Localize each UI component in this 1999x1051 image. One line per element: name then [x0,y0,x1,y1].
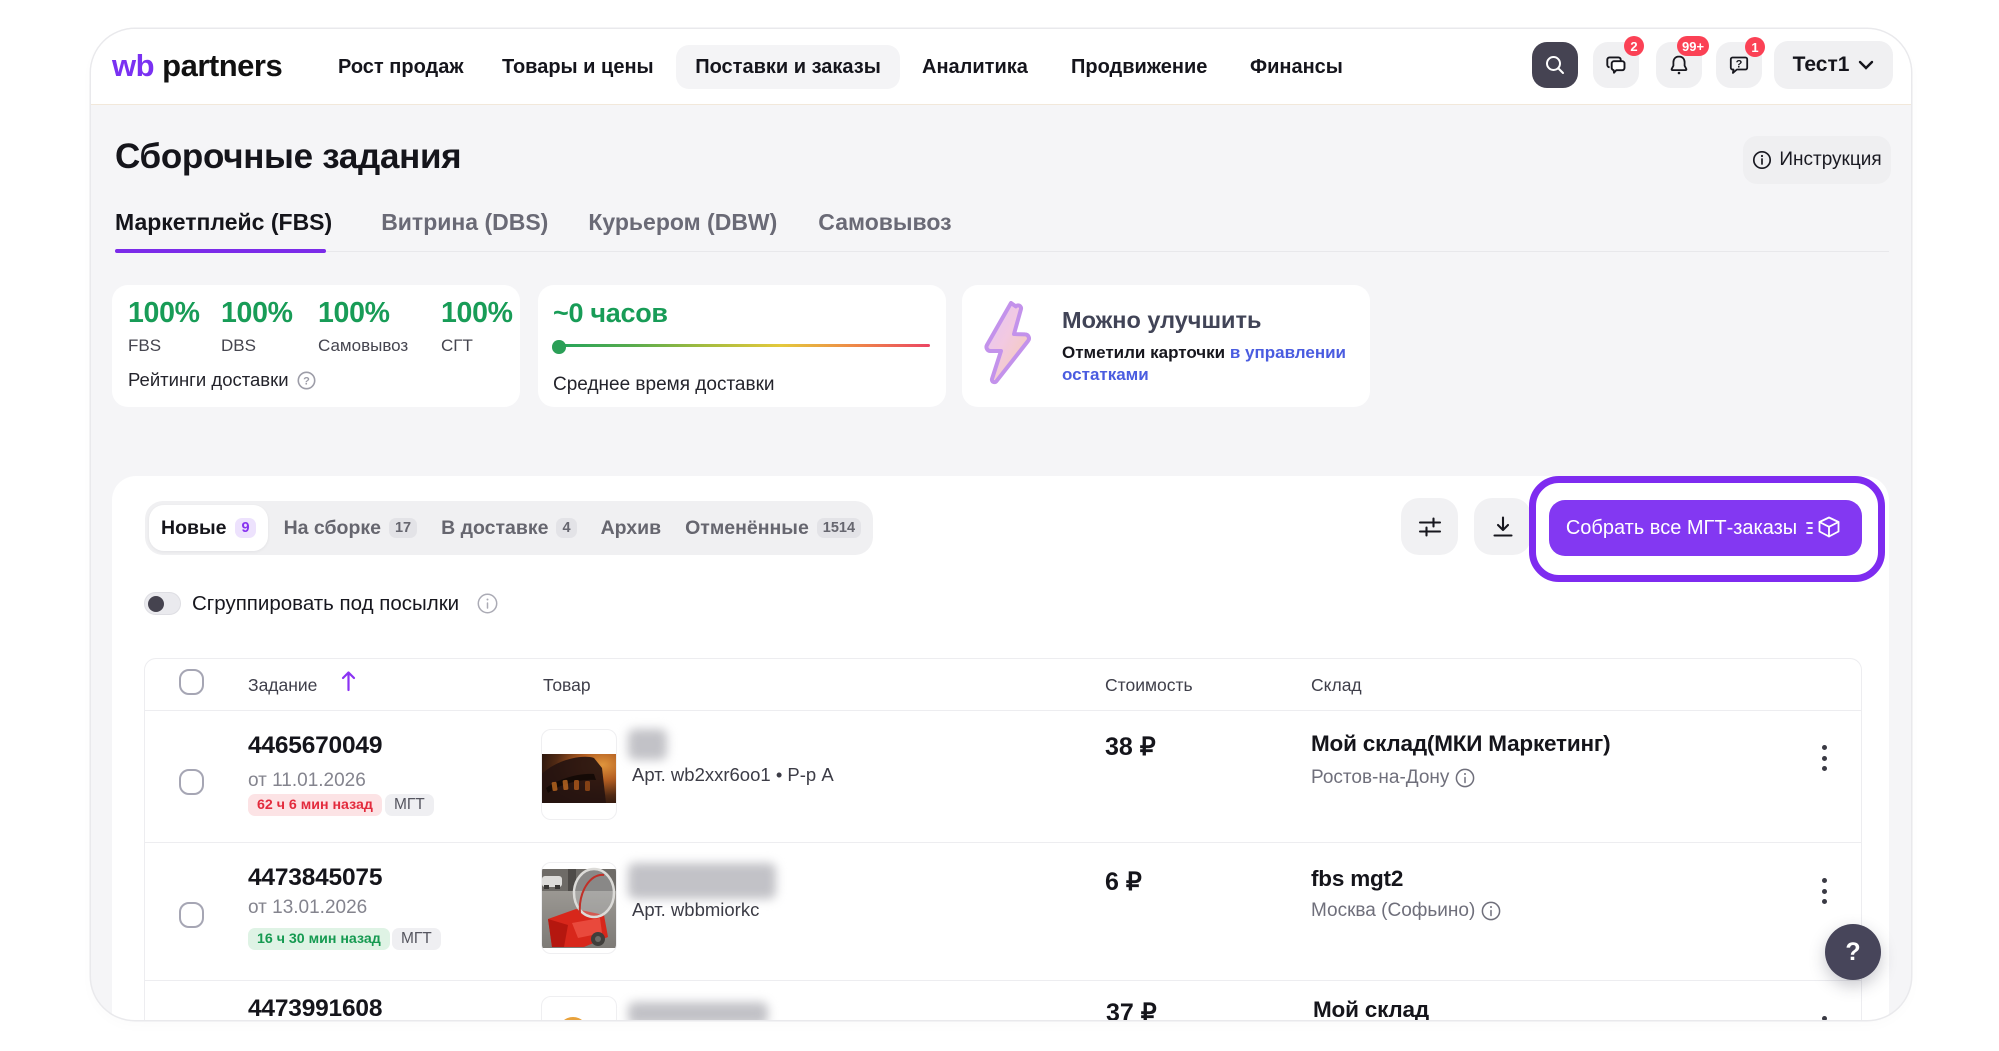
svg-text:?: ? [303,375,310,387]
svg-text:?: ? [1736,59,1743,71]
